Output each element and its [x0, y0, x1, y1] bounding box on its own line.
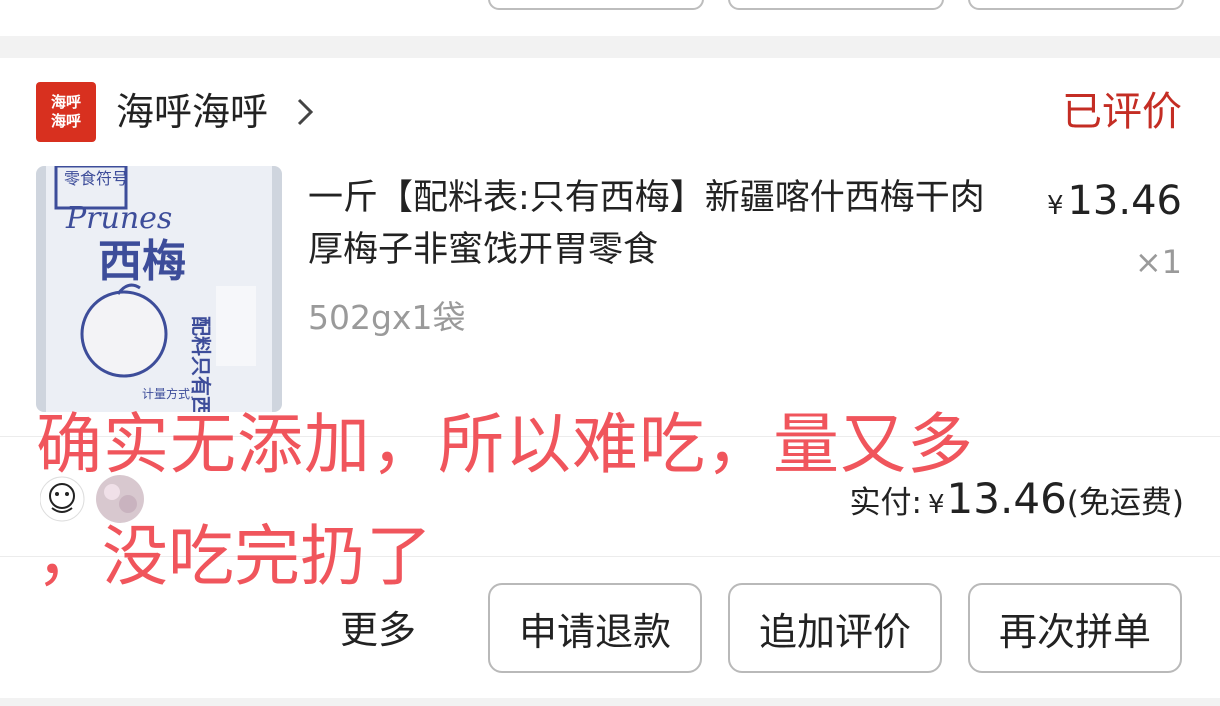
product-image[interactable]: 零食符号 Prunes 西梅 配料只有西梅! 计量方式:: [36, 166, 282, 412]
previous-order-card: [0, 0, 1220, 36]
order-status: 已评价: [1062, 89, 1182, 135]
currency-symbol: ¥: [928, 490, 945, 520]
previous-action-button[interactable]: [968, 0, 1184, 10]
add-review-button[interactable]: 追加评价: [728, 583, 942, 673]
product-spec: 502gx1袋: [308, 298, 466, 337]
shop-logo-text: 海呼: [50, 93, 81, 111]
annotation-text: ，没吃完扔了: [36, 518, 432, 595]
product-title[interactable]: 一斤【配料表:只有西梅】新疆喀什西梅干肉厚梅子非蜜饯开胃零食: [308, 172, 1008, 276]
bag-bottom-text: 计量方式:: [142, 386, 194, 401]
shop-name[interactable]: 海呼海呼: [116, 88, 268, 136]
annotation-text: 确实无添加，所以难吃，量又多: [36, 406, 974, 483]
previous-action-button[interactable]: [728, 0, 944, 10]
bag-chinese-name: 西梅: [98, 236, 186, 287]
reorder-button[interactable]: 再次拼单: [968, 583, 1182, 673]
price-value: 13.46: [1067, 178, 1182, 224]
bag-brand-text: 零食符号: [64, 169, 128, 188]
more-button[interactable]: 更多: [340, 606, 416, 654]
currency-symbol: ¥: [1046, 191, 1064, 221]
order-card: 海呼 海呼 海呼海呼 已评价 零食符号 Prunes 西梅 配料只有西梅! 计量…: [0, 58, 1220, 698]
chevron-right-icon[interactable]: [294, 95, 316, 129]
product-price: ¥13.46: [1047, 176, 1182, 231]
apply-refund-button[interactable]: 申请退款: [488, 583, 702, 673]
shop-logo[interactable]: 海呼 海呼: [36, 82, 96, 142]
shipping-note: (免运费): [1066, 485, 1184, 521]
previous-action-button[interactable]: [488, 0, 704, 10]
product-quantity: ×1: [1134, 243, 1182, 281]
bag-english-name: Prunes: [65, 201, 172, 236]
shop-logo-text: 海呼: [50, 112, 81, 130]
paid-label: 实付:: [849, 485, 922, 521]
